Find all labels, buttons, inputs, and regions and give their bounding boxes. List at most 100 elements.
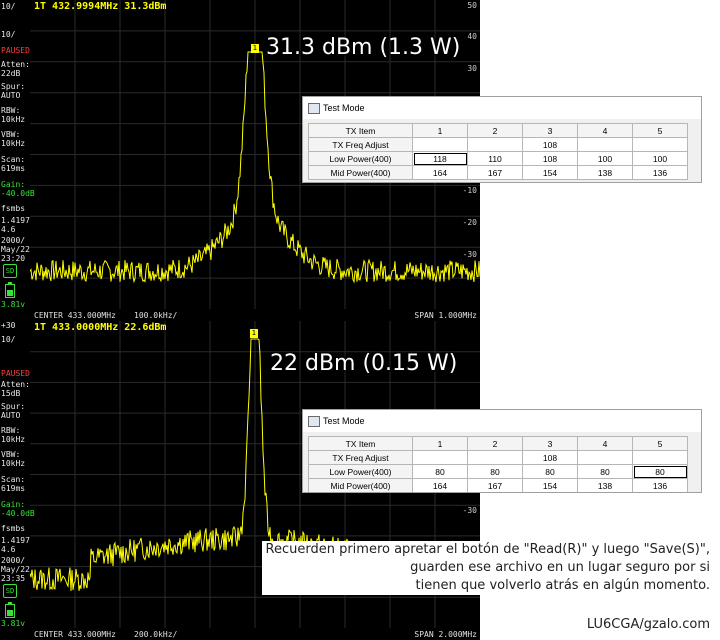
header-cell: TX Item <box>308 436 413 451</box>
atten-value: 22dB <box>1 69 21 78</box>
table-cell[interactable] <box>632 137 688 152</box>
row-label: Low Power(400) <box>308 151 413 166</box>
test-mode-table: TX Item 1 2 3 4 5 TX Freq Adjust 108 Low… <box>308 436 688 492</box>
table-cell[interactable]: 154 <box>522 165 578 180</box>
atten-label: Atten: <box>1 380 30 389</box>
version-line-a: 1.4197 <box>1 216 30 225</box>
clock-time: 23:20 <box>1 254 26 263</box>
table-cell[interactable] <box>412 137 468 152</box>
table-cell[interactable]: 167 <box>467 165 523 180</box>
table-cell[interactable]: 80 <box>467 464 523 479</box>
scale-div: 10/ <box>1 30 16 39</box>
table-cell[interactable]: 154 <box>522 478 578 492</box>
vbw-label: VBW: <box>1 450 21 459</box>
table-cell[interactable]: 164 <box>412 165 468 180</box>
dialog-titlebar[interactable]: Test Mode <box>303 97 701 119</box>
table-cell[interactable]: 138 <box>577 165 633 180</box>
battery-voltage: 3.81v <box>1 619 26 628</box>
header-cell: 4 <box>577 123 633 138</box>
y-label: -10 <box>462 186 477 195</box>
row-label: Low Power(400) <box>308 464 413 479</box>
scale-div: 10/ <box>1 335 16 344</box>
center-frequency: CENTER 433.000MHz <box>34 630 116 639</box>
credit-text: LU6CGA/gzalo.com <box>586 617 710 632</box>
dialog-title: Test Mode <box>323 103 365 113</box>
version-line-a: 1.4197 <box>1 536 30 545</box>
atten-label: Atten: <box>1 60 30 69</box>
dialog-titlebar[interactable]: Test Mode <box>303 410 701 432</box>
version-line-b: 4.6 <box>1 545 16 554</box>
table-cell[interactable]: 108 <box>522 450 578 465</box>
battery-icon <box>5 602 15 618</box>
dialog-title: Test Mode <box>323 416 365 426</box>
table-cell[interactable]: 100 <box>577 151 633 166</box>
table-cell-selected[interactable]: 118 <box>412 151 468 166</box>
table-cell[interactable]: 80 <box>577 464 633 479</box>
table-cell[interactable]: 138 <box>577 478 633 492</box>
battery-voltage: 3.81v <box>1 300 26 309</box>
rbw-label: RBW: <box>1 106 21 115</box>
table-cell-selected[interactable]: 80 <box>632 464 688 479</box>
table-cell[interactable] <box>577 450 633 465</box>
spur-value: AUTO <box>1 411 21 420</box>
version-line-b: 4.6 <box>1 225 16 234</box>
table-cell[interactable] <box>412 450 468 465</box>
table-cell[interactable] <box>467 137 523 152</box>
paused-status: PAUSED <box>1 369 30 378</box>
table-row: Mid Power(400) 164 167 154 138 136 <box>308 165 688 180</box>
app-window-icon <box>308 103 320 114</box>
scan-value: 619ms <box>1 484 26 493</box>
table-cell[interactable]: 164 <box>412 478 468 492</box>
date-line-a: 2000/ <box>1 236 26 245</box>
table-cell[interactable]: 80 <box>412 464 468 479</box>
header-cell: 2 <box>467 436 523 451</box>
row-label: Mid Power(400) <box>308 478 413 492</box>
test-mode-table: TX Item 1 2 3 4 5 TX Freq Adjust 108 Low… <box>308 123 688 180</box>
table-cell[interactable]: 108 <box>522 137 578 152</box>
y-label: -30 <box>462 506 477 515</box>
header-cell: 4 <box>577 436 633 451</box>
scan-label: Scan: <box>1 475 26 484</box>
status-sidebar-bottom: +30 10/ PAUSED Atten: 15dB Spur: AUTO RB… <box>0 321 35 640</box>
app-window-icon <box>308 416 320 427</box>
battery-icon <box>5 282 15 298</box>
paused-status: PAUSED <box>1 46 30 55</box>
date-line-a: 2000/ <box>1 556 26 565</box>
note-line: Recuerden primero apretar el botón de "R… <box>261 542 714 557</box>
table-cell[interactable] <box>577 137 633 152</box>
table-row: Low Power(400) 80 80 80 80 80 <box>308 464 688 479</box>
date-line-b: May/22 <box>1 245 30 254</box>
table-cell[interactable]: 136 <box>632 478 688 492</box>
table-row: Low Power(400) 118 110 108 100 100 <box>308 151 688 166</box>
rbw-value: 10kHz <box>1 115 26 124</box>
vbw-label: VBW: <box>1 130 21 139</box>
header-cell: 5 <box>632 123 688 138</box>
table-cell[interactable]: 100 <box>632 151 688 166</box>
header-cell: 2 <box>467 123 523 138</box>
table-cell[interactable] <box>632 450 688 465</box>
sd-card-icon: SD <box>3 584 17 598</box>
atten-value: 15dB <box>1 389 21 398</box>
table-cell[interactable]: 110 <box>467 151 523 166</box>
span-value: SPAN 1.000MHz <box>414 311 477 320</box>
note-line: guarden ese archivo en un lugar seguro p… <box>406 560 714 575</box>
marker-readout: 1T 433.0000MHz 22.6dBm <box>34 322 167 333</box>
note-line: tienen que volverlo atrás en algún momen… <box>411 578 714 593</box>
scale-value: 10/ <box>1 2 16 11</box>
sd-card-icon: SD <box>3 264 17 278</box>
scan-value: 619ms <box>1 164 26 173</box>
rbw-value: 10kHz <box>1 435 26 444</box>
spur-label: Spur: <box>1 402 26 411</box>
table-cell[interactable]: 136 <box>632 165 688 180</box>
table-cell[interactable]: 167 <box>467 478 523 492</box>
table-cell[interactable] <box>467 450 523 465</box>
table-cell[interactable]: 108 <box>522 151 578 166</box>
firmware-label: fsmbs <box>1 524 26 533</box>
marker-flag-icon: 1 <box>250 329 258 338</box>
span-value: SPAN 2.000MHz <box>414 630 477 639</box>
center-frequency: CENTER 433.000MHz <box>34 311 116 320</box>
table-cell[interactable]: 80 <box>522 464 578 479</box>
scan-label: Scan: <box>1 155 26 164</box>
table-header-row: TX Item 1 2 3 4 5 <box>308 123 688 138</box>
instruction-note: Recuerden primero apretar el botón de "R… <box>261 541 714 595</box>
